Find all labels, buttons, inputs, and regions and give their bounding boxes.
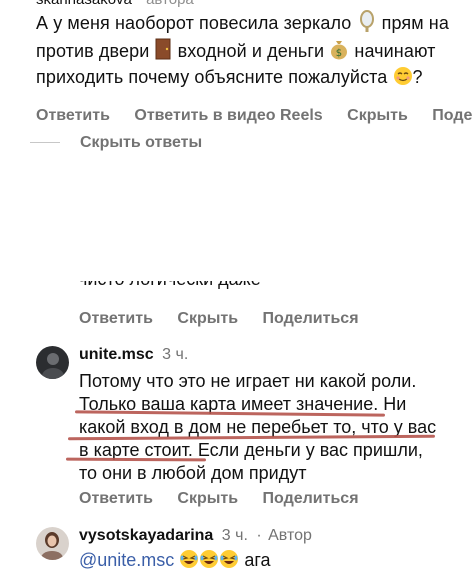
hide-replies-label: Скрыть ответы — [80, 134, 203, 151]
hide-button[interactable]: Скрыть — [177, 490, 238, 507]
comment4-text-word: ага — [244, 550, 271, 570]
reply-in-reels-button[interactable]: Ответить в видео Reels — [134, 107, 322, 124]
comment1-author-tag: автора — [146, 0, 194, 8]
comment3-header: unite.msc 3 ч. — [79, 346, 188, 364]
username[interactable]: vysotskayadarina — [79, 527, 213, 544]
laughing-face-icon — [199, 549, 219, 574]
share-button[interactable]: Поде — [432, 107, 472, 124]
comment2-actions: Ответить Скрыть Поделиться — [79, 310, 379, 328]
mirror-icon — [357, 10, 377, 38]
timestamp: 3 ч. — [221, 527, 248, 544]
mention-link[interactable]: @unite.msc — [79, 550, 174, 570]
share-button[interactable]: Поделиться — [263, 490, 359, 507]
avatar[interactable] — [36, 346, 69, 379]
relieved-face-icon — [393, 66, 413, 92]
comment4-header: vysotskayadarina 3 ч. · Автор — [79, 527, 312, 544]
money-bag-icon: $ — [329, 38, 349, 66]
author-label: Автор — [268, 527, 312, 544]
reply-button[interactable]: Ответить — [79, 310, 153, 327]
door-icon — [154, 38, 172, 66]
username[interactable]: unite.msc — [79, 346, 154, 363]
comment1-actions: Ответить Ответить в видео Reels Скрыть П… — [36, 107, 475, 125]
timestamp: 3 ч. — [162, 346, 189, 363]
comment3-text: Потому что это не играет ни какой роли. … — [79, 370, 475, 485]
reply-button[interactable]: Ответить — [36, 107, 110, 124]
divider-line — [30, 142, 60, 144]
comment4-text: @unite.msc ага — [79, 549, 271, 574]
reply-button[interactable]: Ответить — [79, 490, 153, 507]
comment1-author-line: skarinasakova автора — [36, 0, 194, 8]
hide-replies-button[interactable]: Скрыть ответы — [30, 134, 202, 152]
comment3-line1: Потому что это не играет ни какой роли. — [79, 371, 417, 391]
hide-button[interactable]: Скрыть — [347, 107, 408, 124]
hide-button[interactable]: Скрыть — [177, 310, 238, 327]
comment3-line5: то они в любой дом придут — [79, 463, 307, 483]
laughing-face-icon — [219, 549, 239, 574]
comment3-actions: Ответить Скрыть Поделиться — [79, 490, 379, 508]
comment1-text-end: ? — [412, 67, 423, 87]
avatar[interactable] — [36, 527, 69, 560]
comment2-cutoff-text: чисто логически даже — [78, 281, 261, 290]
comment2-text: чисто логически даже — [78, 281, 261, 289]
comment1-text: А у меня наоборот повесила зеркало прям … — [36, 10, 472, 92]
comment1-text-part1: А у меня наоборот повесила зеркало — [36, 13, 352, 33]
share-button[interactable]: Поделиться — [263, 310, 359, 327]
laughing-face-icon — [179, 549, 199, 574]
comment1-author[interactable]: skarinasakova — [36, 0, 132, 8]
comment1-text-part3: входной и деньги — [177, 41, 325, 61]
svg-text:$: $ — [336, 48, 342, 59]
